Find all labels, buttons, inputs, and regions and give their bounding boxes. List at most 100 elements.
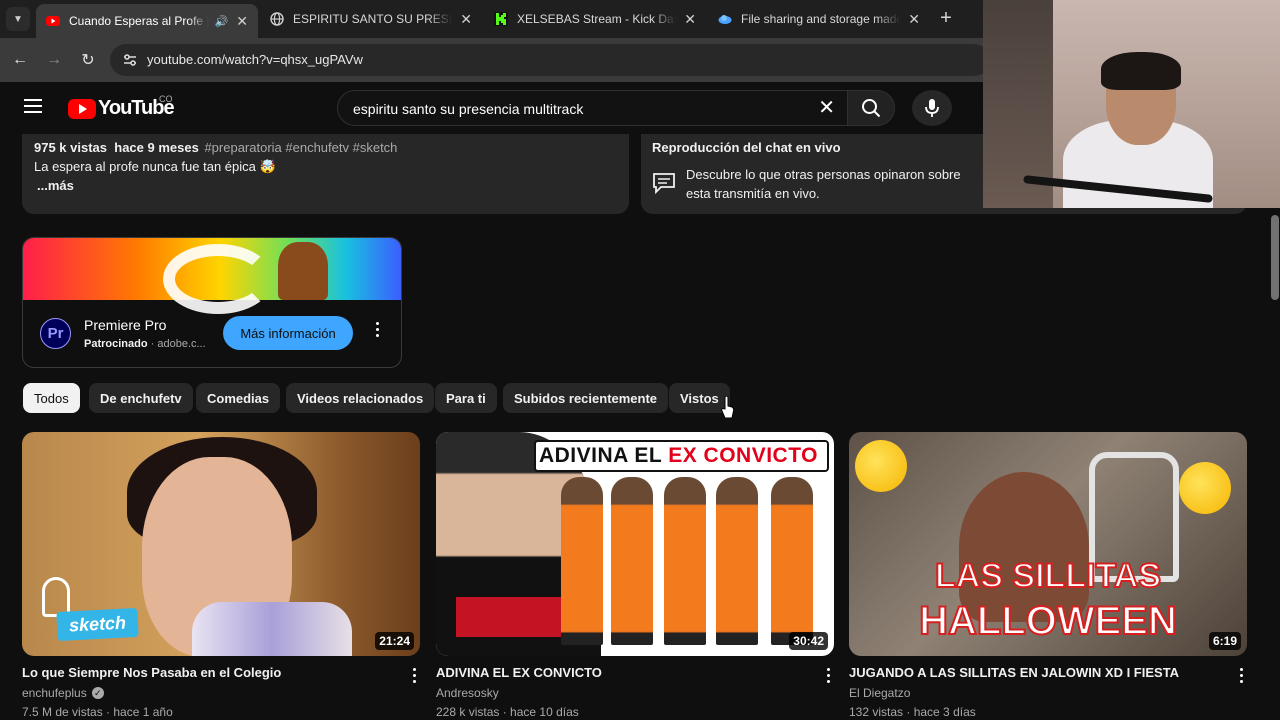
- thumbnail-text-a: LAS SILLITAS: [934, 556, 1162, 596]
- view-count: 7.5 M de vistas: [22, 705, 103, 719]
- video-more-options-icon[interactable]: [827, 668, 830, 683]
- address-bar[interactable]: youtube.com/watch?v=qhsx_ugPAVw: [110, 44, 990, 76]
- video-stats: 7.5 M de vistas · hace 1 año: [22, 705, 173, 719]
- video-channel[interactable]: El Diegatzo: [849, 686, 910, 700]
- thumbnail-text-b: HALLOWEEN: [918, 598, 1178, 644]
- video-title[interactable]: JUGANDO A LAS SILLITAS EN JALOWIN XD I F…: [849, 665, 1179, 680]
- description-text: La espera al profe nunca fue tan épica 🤯: [34, 159, 276, 174]
- chip-todos[interactable]: Todos: [23, 383, 80, 413]
- video-card[interactable]: ADIVINA EL EX CONVICTO 30:42 ADIVINA EL E…: [436, 432, 834, 719]
- tab-search-chevron-icon[interactable]: ▼: [6, 7, 30, 31]
- upload-age: hace 3 días: [913, 705, 976, 719]
- video-title[interactable]: Lo que Siempre Nos Pasaba en el Colegio: [22, 665, 281, 680]
- channel-name[interactable]: El Diegatzo: [849, 686, 910, 700]
- search-icon: [862, 99, 881, 118]
- youtube-favicon-icon: [46, 16, 60, 26]
- video-duration: 6:19: [1208, 632, 1241, 650]
- close-tab-icon[interactable]: ✕: [908, 11, 920, 28]
- verified-check-icon: ✓: [91, 687, 104, 699]
- forward-arrow-icon[interactable]: →: [44, 50, 64, 70]
- view-count: 228 k vistas: [436, 705, 500, 719]
- ad-sponsor-line: Patrocinado · adobe.c...: [84, 338, 206, 350]
- video-stats: 132 vistas · hace 3 días: [849, 705, 976, 719]
- show-more-button[interactable]: ...más: [37, 178, 74, 193]
- chip-comedias[interactable]: Comedias: [196, 383, 281, 413]
- video-channel[interactable]: enchufeplus ✓: [22, 686, 104, 700]
- video-stats: 228 k vistas · hace 10 días: [436, 705, 579, 719]
- channel-name[interactable]: enchufeplus: [22, 686, 87, 700]
- laughing-emoji-icon: [1179, 462, 1231, 514]
- ad-title[interactable]: Premiere Pro: [84, 317, 166, 333]
- close-tab-icon[interactable]: ✕: [460, 11, 472, 28]
- chip-videos-relacionados[interactable]: Videos relacionados: [286, 383, 435, 413]
- video-card[interactable]: sketch 21:24 Lo que Siempre Nos Pasaba e…: [22, 432, 420, 719]
- video-duration: 21:24: [375, 632, 414, 650]
- video-more-options-icon[interactable]: [413, 668, 416, 683]
- tab-title: File sharing and storage made s: [741, 12, 901, 26]
- upload-age: hace 1 año: [113, 705, 173, 719]
- ad-more-options-icon[interactable]: [371, 322, 383, 342]
- sketch-badge: sketch: [56, 607, 139, 642]
- microphone-icon: [925, 99, 939, 117]
- voice-search-button[interactable]: [912, 90, 952, 126]
- upload-age: hace 10 días: [510, 705, 579, 719]
- channel-name[interactable]: Andresosky: [436, 686, 499, 700]
- new-tab-plus-icon[interactable]: +: [936, 7, 956, 30]
- tab-title: Cuando Esperas al Profe | en: [69, 14, 209, 28]
- search-input[interactable]: espiritu santo su presencia multitrack ✕: [337, 90, 847, 126]
- speaker-icon[interactable]: 🔊: [215, 15, 229, 28]
- chip-para-ti[interactable]: Para ti: [435, 383, 497, 413]
- thumbnail-text-a: ADIVINA EL: [538, 444, 663, 467]
- site-info-tune-icon[interactable]: [122, 52, 138, 68]
- video-channel[interactable]: Andresosky: [436, 686, 499, 700]
- browser-tab-kick[interactable]: XELSEBAS Stream - Kick Dashbo ✕: [484, 4, 706, 34]
- close-tab-icon[interactable]: ✕: [236, 13, 248, 30]
- search-query-text: espiritu santo su presencia multitrack: [353, 101, 584, 117]
- video-thumbnail[interactable]: ADIVINA EL EX CONVICTO 30:42: [436, 432, 834, 656]
- sponsored-ad-card[interactable]: Pr Premiere Pro Patrocinado · adobe.c...…: [22, 237, 402, 368]
- chat-bubble-icon: [653, 173, 675, 194]
- video-duration: 30:42: [789, 632, 828, 650]
- page-scrollbar[interactable]: [1271, 215, 1279, 300]
- view-count: 975 k vistas: [34, 140, 108, 155]
- video-more-options-icon[interactable]: [1240, 668, 1243, 683]
- clear-search-icon[interactable]: ✕: [818, 98, 835, 118]
- video-card[interactable]: LAS SILLITAS HALLOWEEN 6:19 JUGANDO A LA…: [849, 432, 1247, 719]
- upload-age: hace 9 meses: [114, 140, 199, 155]
- cloud-favicon-icon: [718, 15, 732, 24]
- tab-title: ESPIRITU SANTO SU PRESENCIA: [293, 12, 452, 26]
- more-info-button[interactable]: Más información: [223, 316, 353, 350]
- hashtags[interactable]: #preparatoria #enchufetv #sketch: [204, 140, 397, 155]
- laughing-emoji-icon: [855, 440, 907, 492]
- chip-de-enchufetv[interactable]: De enchufetv: [89, 383, 193, 413]
- video-thumbnail[interactable]: LAS SILLITAS HALLOWEEN 6:19: [849, 432, 1247, 656]
- chat-replay-description: Descubre lo que otras personas opinaron …: [686, 167, 961, 201]
- search-button[interactable]: [847, 90, 895, 126]
- browser-tab-espiritu[interactable]: ESPIRITU SANTO SU PRESENCIA ✕: [260, 4, 482, 34]
- youtube-logo[interactable]: YouTube: [68, 97, 175, 120]
- url-text: youtube.com/watch?v=qhsx_ugPAVw: [147, 52, 363, 67]
- premiere-pro-logo-icon[interactable]: Pr: [40, 318, 71, 349]
- kick-favicon-icon: [494, 12, 508, 26]
- browser-tab-file-sharing[interactable]: File sharing and storage made s ✕: [708, 4, 930, 34]
- country-code: CO: [159, 94, 173, 104]
- view-count: 132 vistas: [849, 705, 904, 719]
- back-arrow-icon[interactable]: ←: [10, 50, 30, 70]
- close-tab-icon[interactable]: ✕: [684, 11, 696, 28]
- chat-replay-title: Reproducción del chat en vivo: [652, 140, 841, 155]
- webcam-overlay: [983, 0, 1280, 208]
- menu-hamburger-icon[interactable]: [24, 99, 42, 113]
- mouse-hand-cursor-icon: [721, 396, 735, 419]
- video-thumbnail[interactable]: sketch 21:24: [22, 432, 420, 656]
- tab-title: XELSEBAS Stream - Kick Dashbo: [517, 12, 676, 26]
- sponsored-label: Patrocinado: [84, 338, 148, 350]
- thumbnail-text-b: EX CONVICTO: [668, 444, 819, 467]
- ad-banner-image[interactable]: [23, 238, 401, 314]
- chip-subidos-recientemente[interactable]: Subidos recientemente: [503, 383, 669, 413]
- video-title[interactable]: ADIVINA EL EX CONVICTO: [436, 665, 602, 680]
- browser-tab-youtube[interactable]: Cuando Esperas al Profe | en 🔊 ✕: [36, 4, 258, 38]
- reload-icon[interactable]: ↻: [78, 50, 98, 70]
- ad-domain: adobe.c...: [157, 338, 206, 350]
- video-description[interactable]: 975 k vistas hace 9 meses #preparatoria …: [22, 134, 629, 214]
- thumbnail-headline: ADIVINA EL EX CONVICTO: [534, 440, 829, 472]
